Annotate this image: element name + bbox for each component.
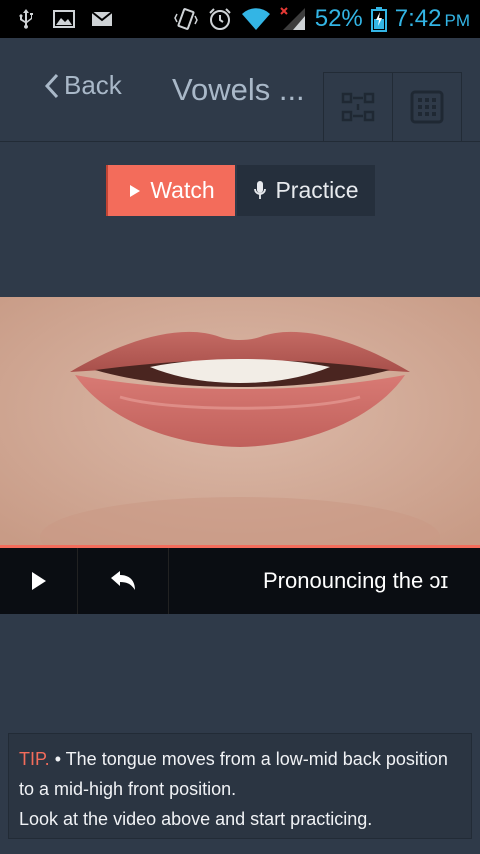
watch-tab[interactable]: Watch bbox=[106, 165, 237, 216]
watch-label: Watch bbox=[150, 177, 215, 203]
back-label: Back bbox=[64, 70, 122, 100]
video-controls: Pronouncing the ɔɪ bbox=[0, 548, 480, 614]
video-caption: Pronouncing the ɔɪ bbox=[263, 568, 449, 593]
mail-icon bbox=[90, 7, 114, 31]
microphone-icon bbox=[254, 180, 267, 199]
diagram-arrows-icon bbox=[341, 92, 375, 122]
back-button[interactable]: Back bbox=[44, 70, 122, 101]
mode-toggle: Watch Practice bbox=[106, 165, 375, 216]
practice-label: Practice bbox=[275, 177, 359, 203]
clock-ampm: PM bbox=[444, 11, 471, 30]
page-title: Vowels ... bbox=[172, 72, 305, 107]
image-icon bbox=[52, 7, 76, 31]
clock-time: 7:42 bbox=[394, 5, 442, 32]
keyboard-grid-button[interactable] bbox=[392, 72, 462, 142]
play-icon bbox=[31, 572, 46, 590]
clock: 7:42 PM bbox=[395, 5, 470, 33]
tip-text: • The tongue moves from a low-mid back p… bbox=[19, 749, 448, 799]
tip-line-1: TIP. • The tongue moves from a low-mid b… bbox=[19, 744, 461, 804]
diagram-toggle-button[interactable] bbox=[323, 72, 393, 142]
tip-box: TIP. • The tongue moves from a low-mid b… bbox=[8, 733, 472, 839]
grid-icon bbox=[410, 90, 444, 124]
play-button[interactable] bbox=[0, 548, 78, 614]
tip-label: TIP. bbox=[19, 749, 50, 769]
lips-video-frame bbox=[0, 297, 480, 548]
wifi-icon bbox=[241, 6, 271, 32]
chevron-left-icon bbox=[44, 73, 59, 98]
alarm-icon bbox=[207, 6, 233, 32]
vibrate-icon bbox=[173, 6, 199, 32]
replay-icon bbox=[111, 571, 135, 590]
practice-tab[interactable]: Practice bbox=[237, 165, 375, 216]
battery-icon bbox=[370, 6, 387, 32]
battery-percent: 52% bbox=[314, 5, 363, 32]
signal-icon bbox=[279, 6, 307, 32]
play-icon bbox=[130, 184, 141, 197]
tip-line-2: Look at the video above and start practi… bbox=[19, 809, 373, 829]
status-bar: 52% 7:42 PM bbox=[0, 0, 480, 38]
replay-button[interactable] bbox=[78, 548, 169, 614]
video-player[interactable] bbox=[0, 297, 480, 548]
usb-icon bbox=[14, 7, 38, 31]
